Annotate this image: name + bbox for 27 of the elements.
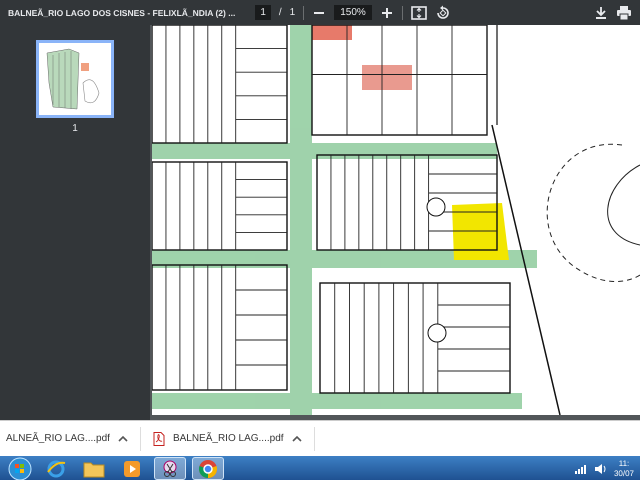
play-icon — [122, 458, 142, 478]
folder-icon — [83, 460, 105, 478]
globe-icon — [46, 458, 66, 478]
clock-time: 11: — [618, 458, 630, 468]
document-title: BALNEÃ_RIO LAGO DOS CISNES - FELIXLÃ_NDIA (2) ... — [8, 6, 236, 18]
volume-icon[interactable] — [594, 462, 608, 474]
network-icon[interactable] — [574, 462, 588, 474]
chrome-icon — [198, 458, 218, 478]
page-thumbnail[interactable] — [36, 40, 114, 118]
clock-date: 30/07 — [614, 468, 634, 478]
rotate-icon[interactable] — [434, 4, 451, 20]
start-orb-icon[interactable] — [6, 456, 34, 480]
download-icon[interactable] — [594, 6, 608, 20]
taskbar-app-button[interactable] — [154, 457, 186, 480]
page-total: 1 — [290, 7, 296, 18]
page-separator: / — [278, 7, 282, 18]
download-item[interactable]: BALNEÃ_RIO LAG....pdf — [140, 426, 315, 450]
page-number-field[interactable]: 1 — [255, 5, 271, 20]
zoom-in-icon[interactable] — [380, 6, 394, 20]
page-number-label: 1 — [72, 123, 78, 134]
caret-icon[interactable] — [118, 435, 128, 442]
zoom-field[interactable]: 150% — [334, 5, 372, 20]
download-item[interactable]: ALNEÃ_RIO LAG....pdf — [0, 426, 141, 450]
print-icon[interactable] — [616, 6, 632, 20]
taskbar-app-button[interactable] — [192, 457, 224, 480]
fit-page-icon[interactable] — [410, 6, 427, 20]
caret-icon[interactable] — [292, 435, 302, 442]
